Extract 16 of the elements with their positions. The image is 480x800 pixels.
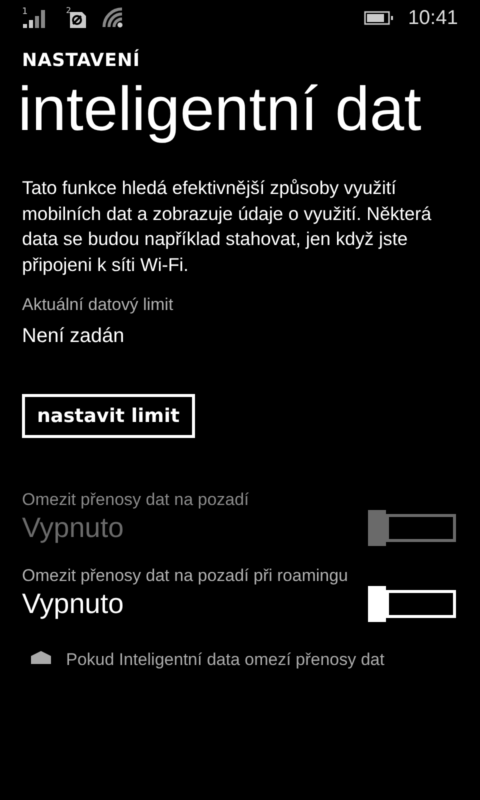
- section-title: NASTAVENÍ: [22, 50, 140, 71]
- limit-value: Není zadán: [22, 325, 124, 348]
- battery-icon: [364, 11, 394, 25]
- toggle-switch[interactable]: [368, 586, 456, 622]
- toggle-state: Vypnuto: [22, 512, 124, 544]
- toggle-label: Omezit přenosy dat na pozadí při roamingu: [22, 566, 348, 586]
- shield-icon: [30, 650, 52, 664]
- set-limit-button[interactable]: nastavit limit: [22, 394, 195, 438]
- wifi-icon: [102, 7, 124, 29]
- note-text: Pokud Inteligentní data omezí přenosy dat: [66, 650, 384, 670]
- toggle-label: Omezit přenosy dat na pozadí: [22, 490, 249, 510]
- description-text: Tato funkce hledá efektivnější způsoby využití mobilních dat a zobrazuje údaje o využití. Některá data se budou například stahovat, jen když jste připojeni k síti Wi-Fi.: [22, 176, 432, 277]
- toggle-state: Vypnuto: [22, 588, 124, 620]
- page-title: inteligentní dat: [18, 75, 422, 144]
- clock-time: 10:41: [408, 6, 458, 30]
- limit-label: Aktuální datový limit: [22, 295, 174, 314]
